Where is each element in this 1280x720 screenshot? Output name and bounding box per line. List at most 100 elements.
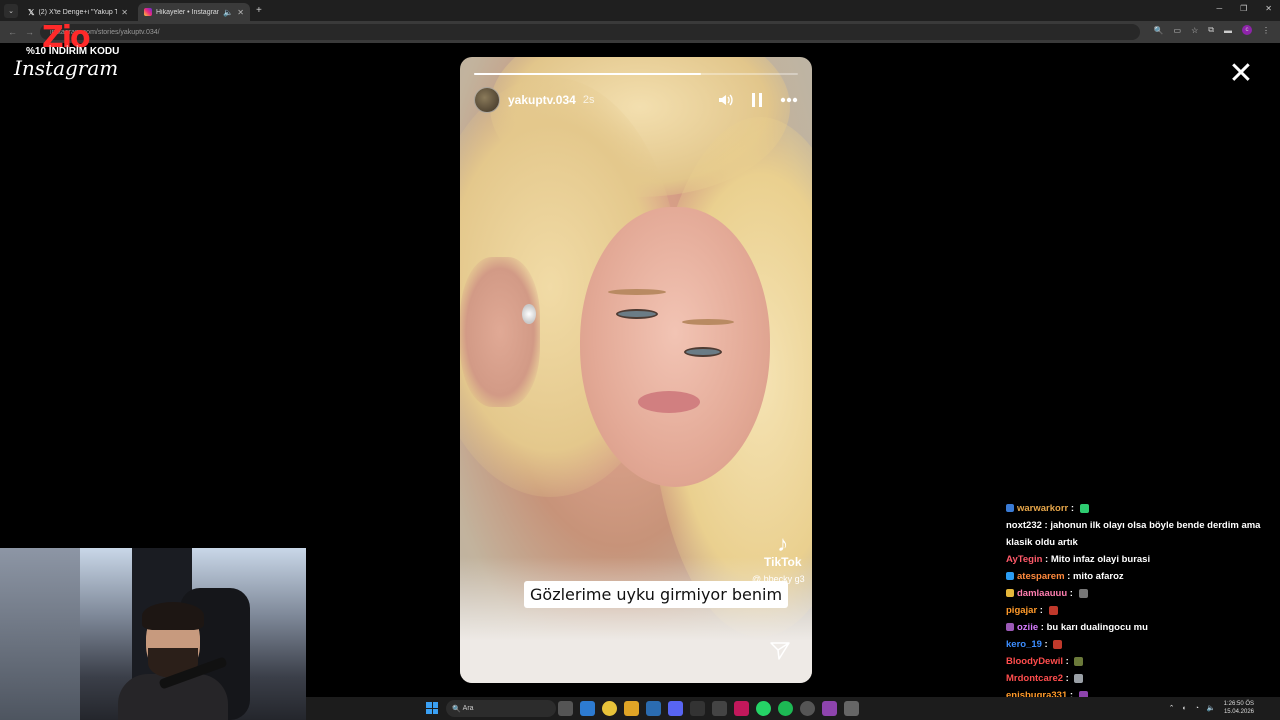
chat-message: BloodyDewil : bbox=[1006, 653, 1280, 670]
story-time: 2s bbox=[582, 94, 595, 106]
clock-date: 15.04.2026 bbox=[1223, 709, 1254, 715]
chat-separator: : bbox=[1064, 571, 1073, 582]
chat-text: Mito infaz olayi burasi bbox=[1050, 554, 1151, 565]
close-tab-icon[interactable]: ✕ bbox=[121, 8, 128, 17]
window-controls: ─ ❐ ✕ bbox=[1216, 4, 1272, 13]
extensions-icon[interactable]: ⧉ bbox=[1208, 25, 1214, 35]
tab-title: Hikayeler • Instagram bbox=[156, 8, 220, 16]
chat-username[interactable]: atesparem bbox=[1017, 571, 1065, 582]
chat-text: mito afaroz bbox=[1072, 571, 1124, 582]
tiktok-watermark: ♪ TikTok bbox=[764, 531, 802, 569]
chat-username[interactable]: oziie bbox=[1017, 622, 1038, 633]
chat-username[interactable]: AyTegin bbox=[1006, 554, 1042, 565]
windows-taskbar: 🔍 Ara ⌃ ◐ ◔ 🔈 1:26:50 ÖS 15.04.2026 bbox=[306, 697, 1280, 720]
maximize-icon[interactable]: ❐ bbox=[1240, 4, 1247, 13]
close-tab-icon[interactable]: ✕ bbox=[237, 8, 244, 17]
instagram-icon bbox=[144, 8, 152, 16]
obs-icon[interactable] bbox=[800, 701, 815, 716]
whatsapp-icon[interactable] bbox=[756, 701, 771, 716]
cast-icon[interactable]: ▭ bbox=[1174, 26, 1182, 35]
chat-message: damlaauuu : bbox=[1006, 585, 1280, 602]
chat-username[interactable]: warwarkorr bbox=[1017, 503, 1068, 514]
story-username[interactable]: yakuptv.034 bbox=[508, 93, 576, 107]
chat-username[interactable]: BloodyDewil bbox=[1006, 656, 1063, 667]
user-avatar[interactable] bbox=[474, 87, 500, 113]
profile-avatar[interactable]: c bbox=[1242, 25, 1252, 35]
chat-separator: : bbox=[1067, 588, 1076, 599]
tab-title: (2) X'te Denge+i "Yakup TV'nin bbox=[38, 8, 118, 16]
wifi-icon[interactable]: ◔ bbox=[1195, 705, 1199, 712]
chat-badge-icon bbox=[1006, 589, 1014, 598]
story-header: yakuptv.034 2s bbox=[474, 87, 798, 113]
task-view-icon[interactable] bbox=[558, 701, 573, 716]
story-image-part bbox=[460, 257, 540, 407]
chevron-up-icon[interactable]: ⌃ bbox=[1169, 704, 1175, 712]
chat-emote-icon bbox=[1079, 503, 1089, 513]
taskbar-apps bbox=[558, 701, 859, 716]
story-image-part bbox=[616, 309, 658, 319]
edge-icon[interactable] bbox=[646, 701, 661, 716]
spotify-icon[interactable] bbox=[778, 701, 793, 716]
tab-instagram[interactable]: Hikayeler • Instagram 🔈 ✕ bbox=[138, 3, 250, 21]
zoom-icon[interactable]: 🔍 bbox=[1154, 26, 1164, 35]
steam-icon[interactable] bbox=[712, 701, 727, 716]
new-tab-button[interactable]: + bbox=[256, 5, 262, 16]
chat-username[interactable]: kero_19 bbox=[1006, 639, 1042, 650]
chat-message: atesparem : mito afaroz bbox=[1006, 568, 1280, 585]
bookmark-star-icon[interactable]: ☆ bbox=[1191, 26, 1198, 35]
story-image-part bbox=[522, 304, 536, 324]
chat-separator: : bbox=[1038, 622, 1047, 633]
volume-tray-icon[interactable]: 🔈 bbox=[1207, 704, 1216, 712]
discord-icon[interactable] bbox=[668, 701, 683, 716]
tab-x[interactable]: 𝕏 (2) X'te Denge+i "Yakup TV'nin ✕ bbox=[22, 3, 134, 21]
send-icon[interactable] bbox=[770, 641, 790, 661]
app-icon[interactable] bbox=[690, 701, 705, 716]
speaker-icon[interactable]: 🔈 bbox=[223, 8, 233, 17]
chat-username[interactable]: Mrdontcare2 bbox=[1006, 673, 1063, 684]
chat-separator: : bbox=[1042, 554, 1051, 565]
clock[interactable]: 1:26:50 ÖS 15.04.2026 bbox=[1224, 700, 1254, 716]
minimize-icon[interactable]: ─ bbox=[1216, 4, 1222, 13]
more-options-icon[interactable] bbox=[780, 91, 798, 109]
chat-username[interactable]: damlaauuu bbox=[1017, 588, 1067, 599]
chat-message: pigajar : bbox=[1006, 602, 1280, 619]
url-field[interactable]: instagram.com/stories/yakuptv.034/ bbox=[40, 24, 1140, 40]
more-menu-icon[interactable]: ⋮ bbox=[1262, 26, 1270, 35]
network-icon[interactable]: ◐ bbox=[1182, 705, 1186, 712]
story-caption: Gözlerime uyku girmiyor benim bbox=[524, 581, 789, 608]
chat-separator: : bbox=[1063, 673, 1072, 684]
chat-separator: : bbox=[1037, 605, 1046, 616]
taskbar-search[interactable]: 🔍 Ara bbox=[446, 700, 556, 717]
close-window-icon[interactable]: ✕ bbox=[1265, 4, 1272, 13]
chat-message: oziie : bu karı dualingocu mu bbox=[1006, 619, 1280, 636]
story-image-face bbox=[580, 207, 770, 487]
tiktok-label: TikTok bbox=[764, 555, 802, 569]
chat-emote-icon bbox=[1074, 673, 1084, 683]
app-icon[interactable] bbox=[822, 701, 837, 716]
chrome-icon[interactable] bbox=[602, 701, 617, 716]
close-story-icon[interactable]: ✕ bbox=[1228, 59, 1254, 89]
toolbar-icons: 🔍 ▭ ☆ ⧉ ▬ c ⋮ bbox=[1154, 25, 1270, 35]
x-icon: 𝕏 bbox=[28, 7, 35, 17]
system-tray: ⌃ ◐ ◔ 🔈 1:26:50 ÖS 15.04.2026 bbox=[1169, 700, 1254, 716]
menu-divider-icon: ▬ bbox=[1224, 25, 1232, 35]
story-progress-fill bbox=[474, 73, 701, 75]
app-icon[interactable] bbox=[844, 701, 859, 716]
chat-badge-icon bbox=[1006, 504, 1014, 513]
story-viewer[interactable]: yakuptv.034 2s ♪ TikTok @ bbecky g3 Gözl… bbox=[460, 57, 812, 683]
pause-icon[interactable] bbox=[748, 91, 766, 109]
chat-separator: : bbox=[1041, 639, 1051, 650]
chat-message: warwarkorr : bbox=[1006, 500, 1280, 517]
chat-message: noxt232 : jahonun ilk olayı olsa böyle b… bbox=[1006, 517, 1280, 551]
copilot-icon[interactable] bbox=[580, 701, 595, 716]
webcam-feed bbox=[0, 548, 306, 720]
volume-icon[interactable] bbox=[716, 91, 734, 109]
app-icon[interactable] bbox=[734, 701, 749, 716]
chat-username[interactable]: noxt232 bbox=[1006, 520, 1042, 531]
file-explorer-icon[interactable] bbox=[624, 701, 639, 716]
start-menu-icon[interactable] bbox=[426, 702, 438, 714]
chat-username[interactable]: pigajar bbox=[1006, 605, 1037, 616]
tab-search-button[interactable]: ⌄ bbox=[4, 3, 18, 18]
story-image-part bbox=[684, 347, 722, 357]
chat-emote-icon bbox=[1048, 605, 1058, 615]
